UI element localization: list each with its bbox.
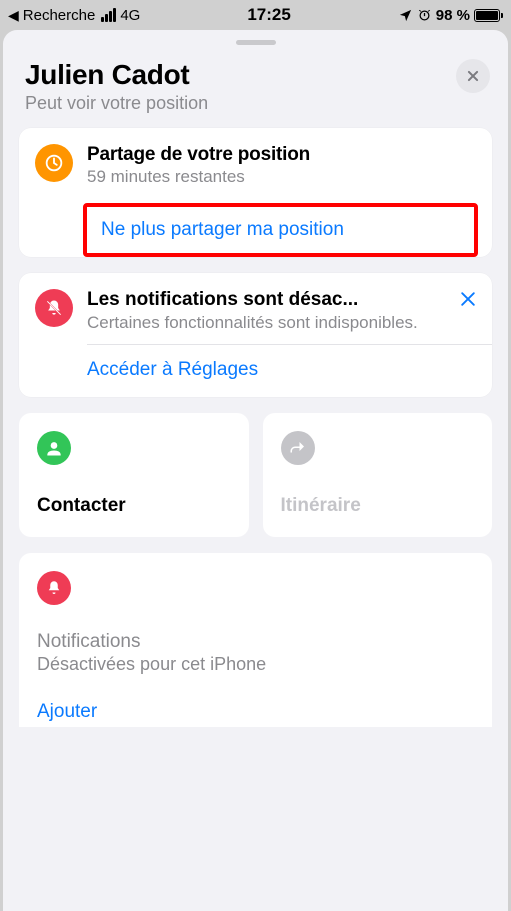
- battery-pct: 98 %: [436, 7, 470, 24]
- open-settings-button[interactable]: Accéder à Réglages: [87, 359, 476, 381]
- sheet-grabber[interactable]: [236, 40, 276, 45]
- directions-icon: [281, 431, 315, 465]
- bell-icon: [37, 571, 71, 605]
- contact-tile[interactable]: Contacter: [19, 413, 249, 537]
- close-icon: [466, 69, 480, 83]
- stop-sharing-button[interactable]: Ne plus partager ma position: [101, 219, 460, 241]
- contact-subtitle: Peut voir votre position: [25, 93, 486, 114]
- notifications-status: Désactivées pour cet iPhone: [37, 654, 474, 675]
- action-tiles: Contacter Itinéraire: [19, 413, 492, 537]
- notif-banner-title: Les notifications sont désac...: [87, 289, 450, 311]
- notifications-section: Notifications Désactivées pour cet iPhon…: [19, 553, 492, 727]
- stop-sharing-highlight: Ne plus partager ma position: [83, 203, 478, 257]
- dismiss-banner-button[interactable]: [458, 289, 478, 309]
- sharing-title: Partage de votre position: [87, 144, 476, 166]
- sharing-remaining: 59 minutes restantes: [87, 167, 476, 187]
- directions-tile-label: Itinéraire: [281, 495, 475, 517]
- back-arrow-icon[interactable]: ◀: [8, 7, 19, 24]
- contact-sheet: Julien Cadot Peut voir votre position Pa…: [3, 30, 508, 911]
- directions-tile: Itinéraire: [263, 413, 493, 537]
- notifications-heading: Notifications: [37, 631, 474, 653]
- sheet-header: Julien Cadot Peut voir votre position: [3, 53, 508, 128]
- network-label: 4G: [120, 7, 140, 24]
- timer-icon: [35, 144, 73, 182]
- status-bar: ◀ Recherche 4G 17:25 98 %: [0, 0, 511, 30]
- back-app-label[interactable]: Recherche: [23, 7, 96, 24]
- alarm-icon: [417, 8, 432, 23]
- notifications-disabled-card: Les notifications sont désac... Certaine…: [19, 273, 492, 397]
- close-button[interactable]: [456, 59, 490, 93]
- bell-slash-icon: [35, 289, 73, 327]
- contact-name: Julien Cadot: [25, 59, 486, 91]
- add-notification-button[interactable]: Ajouter: [37, 701, 474, 723]
- signal-icon: [101, 8, 116, 22]
- location-sharing-card: Partage de votre position 59 minutes res…: [19, 128, 492, 257]
- contact-tile-label: Contacter: [37, 495, 231, 517]
- location-arrow-icon: [398, 8, 413, 23]
- status-time: 17:25: [140, 5, 397, 25]
- person-icon: [37, 431, 71, 465]
- notif-banner-body: Certaines fonctionnalités sont indisponi…: [87, 312, 450, 334]
- battery-icon: [474, 9, 503, 22]
